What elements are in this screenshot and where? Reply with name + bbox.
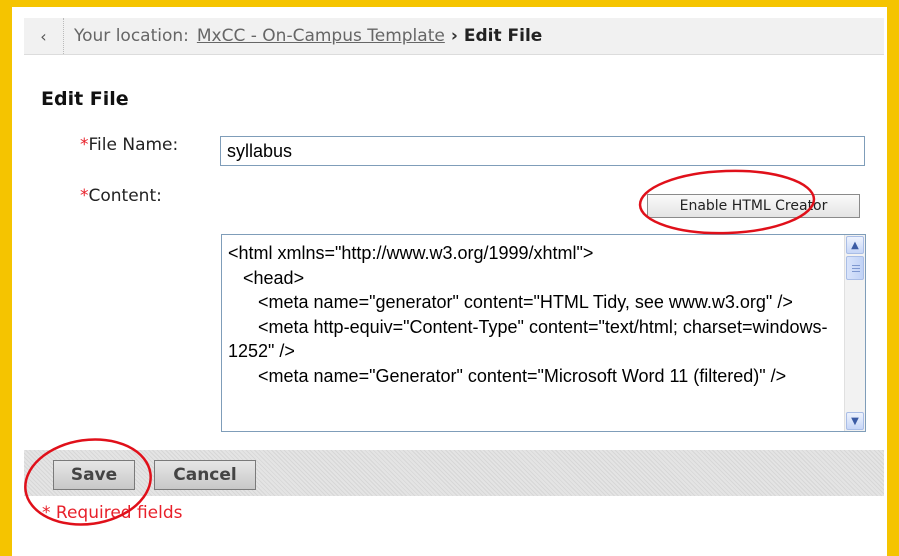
breadcrumb: ‹ Your location: MxCC - On-Campus Templa… [24, 18, 884, 55]
cancel-button[interactable]: Cancel [154, 460, 256, 490]
file-name-input[interactable] [220, 136, 865, 166]
page-title: Edit File [41, 88, 129, 110]
required-marker: * [80, 135, 89, 155]
scroll-up-icon[interactable]: ▲ [846, 236, 864, 254]
content-scrollbar[interactable]: ▲ ▼ [844, 235, 865, 431]
breadcrumb-link-course[interactable]: MxCC - On-Campus Template [197, 26, 445, 46]
content-text: <html xmlns="http://www.w3.org/1999/xhtm… [228, 243, 828, 386]
content-textarea[interactable]: <html xmlns="http://www.w3.org/1999/xhtm… [221, 234, 866, 432]
content-label: *Content: [80, 186, 162, 206]
breadcrumb-current: Edit File [463, 26, 543, 46]
required-fields-note: * Required fields [42, 503, 183, 523]
breadcrumb-prefix: Your location: [74, 26, 189, 46]
action-bar [24, 450, 884, 496]
file-name-label: *File Name: [80, 135, 179, 155]
save-button[interactable]: Save [53, 460, 135, 490]
required-marker: * [80, 186, 89, 206]
scroll-down-icon[interactable]: ▼ [846, 412, 864, 430]
enable-html-creator-button[interactable]: Enable HTML Creator [647, 194, 860, 218]
scroll-thumb[interactable] [846, 256, 864, 280]
chevron-left-icon[interactable]: ‹ [24, 18, 64, 54]
breadcrumb-separator: › [450, 26, 458, 46]
